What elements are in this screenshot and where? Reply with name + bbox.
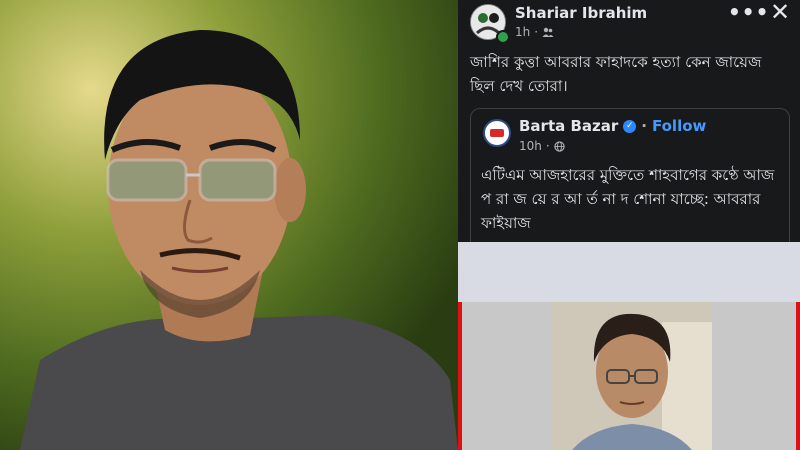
globe-icon [554, 140, 565, 152]
link-preview-banner [458, 242, 800, 302]
portrait-photo [0, 0, 458, 450]
verified-badge-icon: ✓ [623, 119, 637, 133]
shared-post-time[interactable]: 10h [519, 139, 542, 153]
shared-post-header: Barta Bazar ✓ · Follow [519, 117, 706, 135]
more-options-icon[interactable]: ••• [728, 0, 769, 24]
page-avatar[interactable] [483, 119, 511, 147]
online-status-dot [496, 30, 510, 44]
portrait-illustration [0, 0, 458, 450]
post-text: জাশির কুত্তা আবরার ফাহাদকে হত্যা কেন জায… [470, 53, 762, 95]
post-meta: 1h · [515, 25, 554, 39]
shared-meta-separator: · [545, 139, 550, 153]
shared-post-image[interactable] [458, 302, 800, 450]
shared-post-meta: 10h · [519, 139, 565, 153]
inner-portrait-photo [552, 302, 712, 450]
friends-icon [542, 27, 554, 37]
page-name[interactable]: Barta Bazar [519, 117, 618, 135]
inner-portrait-illustration [552, 302, 712, 450]
post-time[interactable]: 1h [515, 25, 530, 39]
close-icon[interactable]: ✕ [770, 0, 790, 26]
post-header: Shariar Ibrahim 1h · ••• ✕ [458, 0, 800, 48]
shared-post-text: এটিএম আজহারের মুক্তিতে শাহবাগের কণ্ঠে আজ… [481, 166, 775, 232]
post-meta-separator: · [534, 25, 539, 39]
facebook-post-panel: Shariar Ibrahim 1h · ••• ✕ জাশির কুত্তা … [458, 0, 800, 450]
author-name[interactable]: Shariar Ibrahim [515, 4, 647, 22]
shared-post-card[interactable]: Barta Bazar ✓ · Follow 10h · এটিএম আজহার… [470, 108, 790, 243]
follow-separator: · [641, 117, 647, 135]
follow-button[interactable]: Follow [652, 117, 706, 135]
